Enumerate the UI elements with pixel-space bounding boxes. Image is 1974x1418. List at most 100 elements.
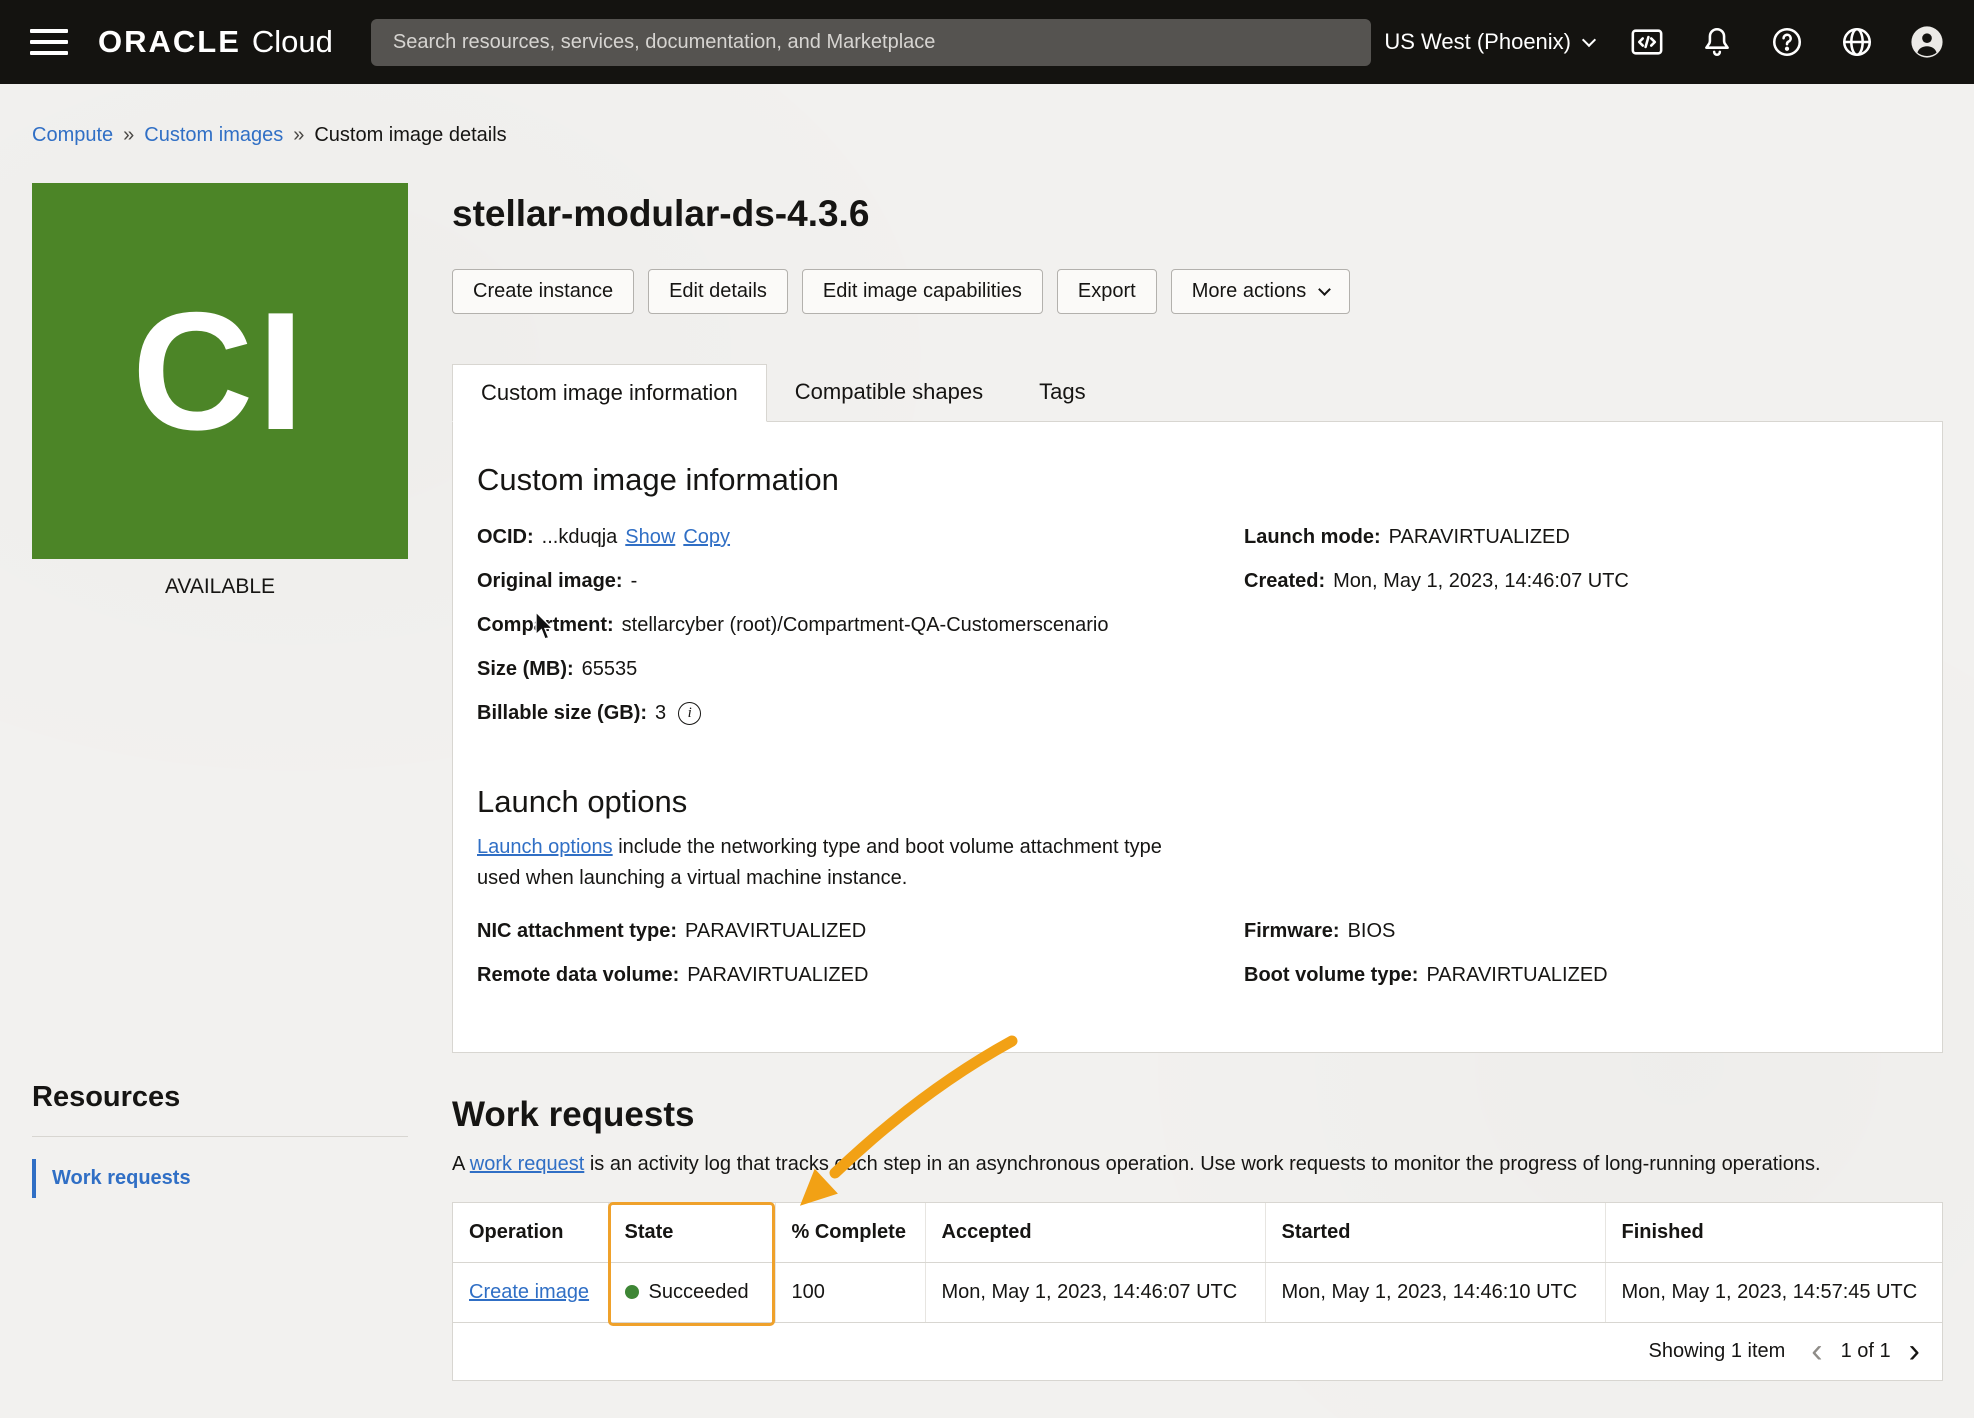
launch-options-grid: NIC attachment type: PARAVIRTUALIZED Rem… — [477, 920, 1912, 1008]
breadcrumb-compute[interactable]: Compute — [32, 124, 113, 147]
create-image-link[interactable]: Create image — [469, 1281, 589, 1303]
success-status-dot-icon — [625, 1285, 639, 1299]
created-label: Created: — [1244, 570, 1325, 593]
breadcrumb-custom-images[interactable]: Custom images — [144, 124, 283, 147]
column-header-state: State — [608, 1203, 775, 1263]
chevron-down-icon — [1582, 32, 1596, 46]
info-left-column: OCID: ...kduqja Show Copy Original image… — [477, 526, 1224, 746]
info-heading: Custom image information — [477, 462, 1912, 498]
column-header-operation: Operation — [453, 1203, 608, 1263]
sidebar-item-work-requests[interactable]: Work requests — [32, 1159, 408, 1198]
topbar: ORACLE Cloud US West (Phoenix) — [0, 0, 1974, 84]
help-icon[interactable] — [1770, 25, 1804, 59]
table-footer: Showing 1 item ‹ 1 of 1 › — [453, 1323, 1942, 1380]
info-tooltip-icon[interactable]: i — [678, 702, 701, 725]
remote-data-volume-value: PARAVIRTUALIZED — [687, 964, 868, 987]
create-instance-label: Create instance — [473, 280, 613, 303]
previous-page-icon[interactable]: ‹ — [1811, 1338, 1822, 1365]
ocid-copy-link[interactable]: Copy — [683, 526, 730, 549]
create-instance-button[interactable]: Create instance — [452, 269, 634, 314]
logo-cloud-text: Cloud — [252, 24, 333, 60]
ocid-value: ...kduqja — [542, 526, 618, 549]
showing-items-text: Showing 1 item — [1649, 1340, 1786, 1363]
compartment-row: Compartment: stellarcyber (root)/Compart… — [477, 614, 1224, 637]
column-header-started: Started — [1265, 1203, 1605, 1263]
column-header-percent-complete: % Complete — [775, 1203, 925, 1263]
topbar-right: US West (Phoenix) — [1384, 25, 1944, 59]
notifications-bell-icon[interactable] — [1700, 25, 1734, 59]
firmware-label: Firmware: — [1244, 920, 1340, 943]
oracle-cloud-console: ORACLE Cloud US West (Phoenix) — [0, 0, 1974, 1418]
size-label: Size (MB): — [477, 658, 574, 681]
tab-tags[interactable]: Tags — [1011, 364, 1113, 421]
accepted-cell: Mon, May 1, 2023, 14:46:07 UTC — [925, 1263, 1265, 1323]
more-actions-label: More actions — [1192, 280, 1307, 303]
left-column: CI AVAILABLE Resources Work requests — [32, 183, 408, 1381]
dev-console-icon[interactable] — [1630, 25, 1664, 59]
launch-options-link[interactable]: Launch options — [477, 836, 613, 858]
custom-image-tile: CI — [32, 183, 408, 559]
firmware-value: BIOS — [1348, 920, 1396, 943]
state-value: Succeeded — [649, 1281, 749, 1303]
resources-section: Resources Work requests — [32, 1081, 408, 1198]
work-requests-desc-text: is an activity log that tracks each step… — [584, 1153, 1820, 1175]
original-image-value: - — [631, 570, 638, 593]
created-value: Mon, May 1, 2023, 14:46:07 UTC — [1333, 570, 1629, 593]
percent-complete-cell: 100 — [775, 1263, 925, 1323]
breadcrumb-current: Custom image details — [314, 124, 506, 147]
boot-volume-type-label: Boot volume type: — [1244, 964, 1418, 987]
launch-options-heading: Launch options — [477, 784, 1912, 820]
work-request-link[interactable]: work request — [470, 1153, 585, 1175]
next-page-icon[interactable]: › — [1909, 1338, 1920, 1365]
tile-initials: CI — [132, 275, 308, 468]
more-actions-button[interactable]: More actions — [1171, 269, 1351, 314]
edit-details-button[interactable]: Edit details — [648, 269, 788, 314]
boot-volume-type-value: PARAVIRTUALIZED — [1426, 964, 1607, 987]
work-requests-table: Operation State % Complete Accepted Star… — [452, 1202, 1943, 1381]
chevron-down-icon — [1318, 283, 1331, 296]
billable-size-row: Billable size (GB): 3 i — [477, 702, 1224, 725]
original-image-row: Original image: - — [477, 570, 1224, 593]
column-header-accepted: Accepted — [925, 1203, 1265, 1263]
compartment-label: Compartment: — [477, 614, 614, 637]
firmware-row: Firmware: BIOS — [1244, 920, 1912, 943]
work-requests-description: A work request is an activity log that t… — [452, 1153, 1943, 1176]
tab-compatible-shapes[interactable]: Compatible shapes — [767, 364, 1011, 421]
main-content: CI AVAILABLE Resources Work requests ste… — [0, 183, 1974, 1381]
action-buttons: Create instance Edit details Edit image … — [452, 269, 1943, 314]
column-header-finished: Finished — [1605, 1203, 1942, 1263]
page-title: stellar-modular-ds-4.3.6 — [452, 193, 1943, 235]
pagination: ‹ 1 of 1 › — [1811, 1338, 1920, 1365]
tab-custom-image-information[interactable]: Custom image information — [452, 364, 767, 422]
remote-data-volume-label: Remote data volume: — [477, 964, 679, 987]
started-cell: Mon, May 1, 2023, 14:46:10 UTC — [1265, 1263, 1605, 1323]
page-indicator: 1 of 1 — [1841, 1340, 1891, 1363]
work-requests-heading: Work requests — [452, 1095, 1943, 1135]
export-button[interactable]: Export — [1057, 269, 1157, 314]
search-input[interactable] — [391, 30, 1351, 55]
launch-options-right-column: Firmware: BIOS Boot volume type: PARAVIR… — [1244, 920, 1912, 1008]
work-requests-desc-prefix: A — [452, 1153, 470, 1175]
launch-mode-label: Launch mode: — [1244, 526, 1381, 549]
launch-options-description: Launch options include the networking ty… — [477, 832, 1182, 894]
oracle-cloud-logo: ORACLE Cloud — [98, 24, 333, 60]
info-right-column: Launch mode: PARAVIRTUALIZED Created: Mo… — [1244, 526, 1912, 746]
user-avatar-icon[interactable] — [1910, 25, 1944, 59]
breadcrumb: Compute » Custom images » Custom image d… — [32, 124, 1974, 147]
work-requests-section: Work requests A work request is an activ… — [452, 1095, 1943, 1381]
nic-attachment-label: NIC attachment type: — [477, 920, 677, 943]
hamburger-menu-icon[interactable] — [30, 25, 68, 59]
ocid-show-link[interactable]: Show — [625, 526, 675, 549]
table-row: Create image Succeeded 100 Mon, May 1, 2… — [453, 1263, 1942, 1323]
size-value: 65535 — [582, 658, 638, 681]
boot-volume-type-row: Boot volume type: PARAVIRTUALIZED — [1244, 964, 1912, 987]
region-selector[interactable]: US West (Phoenix) — [1384, 29, 1594, 55]
nic-attachment-value: PARAVIRTUALIZED — [685, 920, 866, 943]
language-globe-icon[interactable] — [1840, 25, 1874, 59]
region-label: US West (Phoenix) — [1384, 29, 1571, 55]
status-badge: AVAILABLE — [32, 575, 408, 599]
created-row: Created: Mon, May 1, 2023, 14:46:07 UTC — [1244, 570, 1912, 593]
edit-image-capabilities-button[interactable]: Edit image capabilities — [802, 269, 1043, 314]
nic-attachment-row: NIC attachment type: PARAVIRTUALIZED — [477, 920, 1224, 943]
state-cell: Succeeded — [608, 1263, 775, 1323]
